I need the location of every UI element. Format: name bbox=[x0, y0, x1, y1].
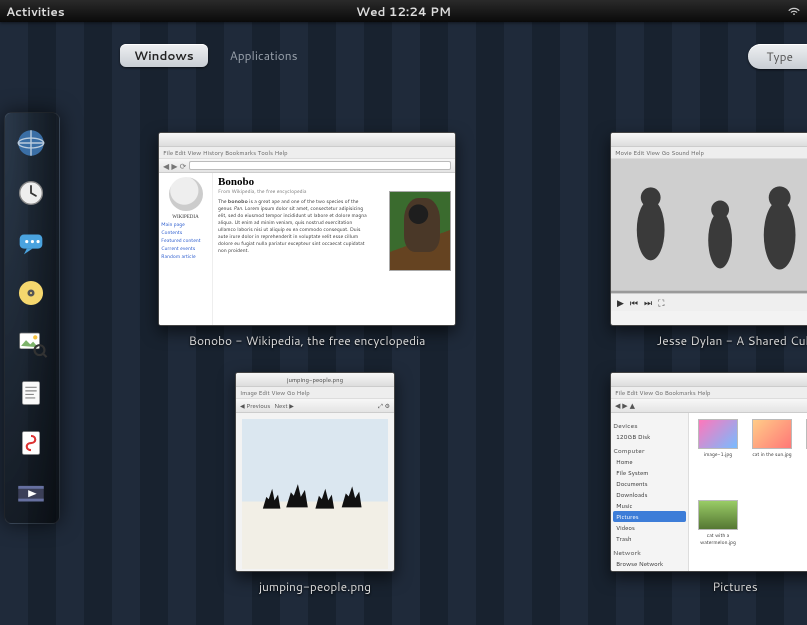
file-item[interactable]: forest.png bbox=[803, 419, 807, 492]
image-menu: Image Edit View Go Help bbox=[236, 387, 394, 399]
window-thumb-browser[interactable]: File Edit View History Bookmarks Tools H… bbox=[158, 132, 456, 349]
file-item[interactable]: cat in the sun.jpg bbox=[749, 419, 795, 492]
window-thumb-video[interactable]: Movie Edit View Go Sound Help bbox=[610, 132, 807, 349]
window-caption: Pictures bbox=[712, 578, 757, 595]
window-thumb-files[interactable]: File Edit View Go Bookmarks Help ◀ ▶ ▲ ⊞… bbox=[610, 372, 807, 595]
window-overview: File Edit View History Bookmarks Tools H… bbox=[100, 102, 807, 625]
video-controls: ▶ ⏮ ⏭ ⛶ 0:10 bbox=[611, 293, 807, 311]
next-button[interactable]: Next ▶ bbox=[274, 401, 294, 410]
next-icon[interactable]: ⏭ bbox=[644, 296, 652, 309]
dash bbox=[4, 112, 60, 524]
sidebar-item[interactable]: Home bbox=[613, 456, 686, 467]
network-icon[interactable] bbox=[787, 2, 801, 20]
document-viewer-icon[interactable] bbox=[9, 421, 53, 465]
file-item[interactable]: image-1.jpg bbox=[695, 419, 741, 492]
sidebar-item[interactable]: 120GB Disk bbox=[613, 431, 686, 442]
image-titlebar: jumping-people.png bbox=[236, 373, 394, 387]
window-caption: Jesse Dylan - A Shared Cult bbox=[657, 332, 807, 349]
text-editor-icon[interactable] bbox=[9, 371, 53, 415]
window-caption: Bonobo - Wikipedia, the free encyclopedi… bbox=[189, 332, 426, 349]
search-field[interactable]: Type bbox=[748, 44, 807, 69]
prev-icon[interactable]: ⏮ bbox=[630, 296, 638, 309]
play-icon[interactable]: ▶ bbox=[617, 296, 624, 309]
sidebar-item[interactable]: Documents bbox=[613, 478, 686, 489]
web-browser-icon[interactable] bbox=[9, 121, 53, 165]
system-tray bbox=[777, 2, 801, 20]
view-tabs: Windows Applications bbox=[120, 44, 312, 67]
article-title: Bonobo bbox=[218, 176, 450, 188]
tab-applications[interactable]: Applications bbox=[216, 44, 312, 67]
clock[interactable]: Wed 12:24 PM bbox=[356, 3, 451, 20]
image-viewer-icon[interactable] bbox=[9, 321, 53, 365]
files-iconview: image-1.jpg cat in the sun.jpg forest.pn… bbox=[689, 413, 807, 572]
fullscreen-icon[interactable]: ⛶ bbox=[658, 296, 664, 309]
chat-icon[interactable] bbox=[9, 221, 53, 265]
activities-button[interactable]: Activities bbox=[6, 3, 65, 20]
wikipedia-wordmark: WIKIPEDIA bbox=[161, 215, 210, 220]
clock-icon[interactable] bbox=[9, 171, 53, 215]
activities-overview: Windows Applications Type bbox=[0, 22, 807, 625]
image-canvas bbox=[242, 419, 388, 569]
prev-button[interactable]: ◀ Previous bbox=[240, 401, 270, 410]
sidebar-item[interactable]: Trash bbox=[613, 533, 686, 544]
window-thumb-image[interactable]: jumping-people.png Image Edit View Go He… bbox=[235, 372, 395, 595]
sidebar-item[interactable]: Videos bbox=[613, 522, 686, 533]
article-image bbox=[389, 191, 451, 271]
wikipedia-logo-icon bbox=[169, 177, 203, 211]
tab-windows[interactable]: Windows bbox=[120, 44, 208, 67]
sidebar-item-selected[interactable]: Pictures bbox=[613, 511, 686, 522]
files-sidebar: Devices 120GB Disk Computer Home File Sy… bbox=[611, 413, 689, 572]
music-icon[interactable] bbox=[9, 271, 53, 315]
top-panel: Activities Wed 12:24 PM bbox=[0, 0, 807, 22]
files-menu: File Edit View Go Bookmarks Help bbox=[611, 387, 807, 399]
sidebar-item[interactable]: Browse Network bbox=[613, 558, 686, 569]
video-menu: Movie Edit View Go Sound Help bbox=[611, 147, 807, 159]
sidebar-item[interactable]: Music bbox=[613, 500, 686, 511]
window-caption: jumping-people.png bbox=[259, 578, 371, 595]
browser-menu: File Edit View History Bookmarks Tools H… bbox=[159, 147, 455, 159]
video-player-icon[interactable] bbox=[9, 471, 53, 515]
sidebar-item[interactable]: File System bbox=[613, 467, 686, 478]
file-item[interactable]: cat with a watermelon.jpg bbox=[695, 500, 741, 573]
video-frame bbox=[611, 159, 807, 311]
sidebar-item[interactable]: Downloads bbox=[613, 489, 686, 500]
